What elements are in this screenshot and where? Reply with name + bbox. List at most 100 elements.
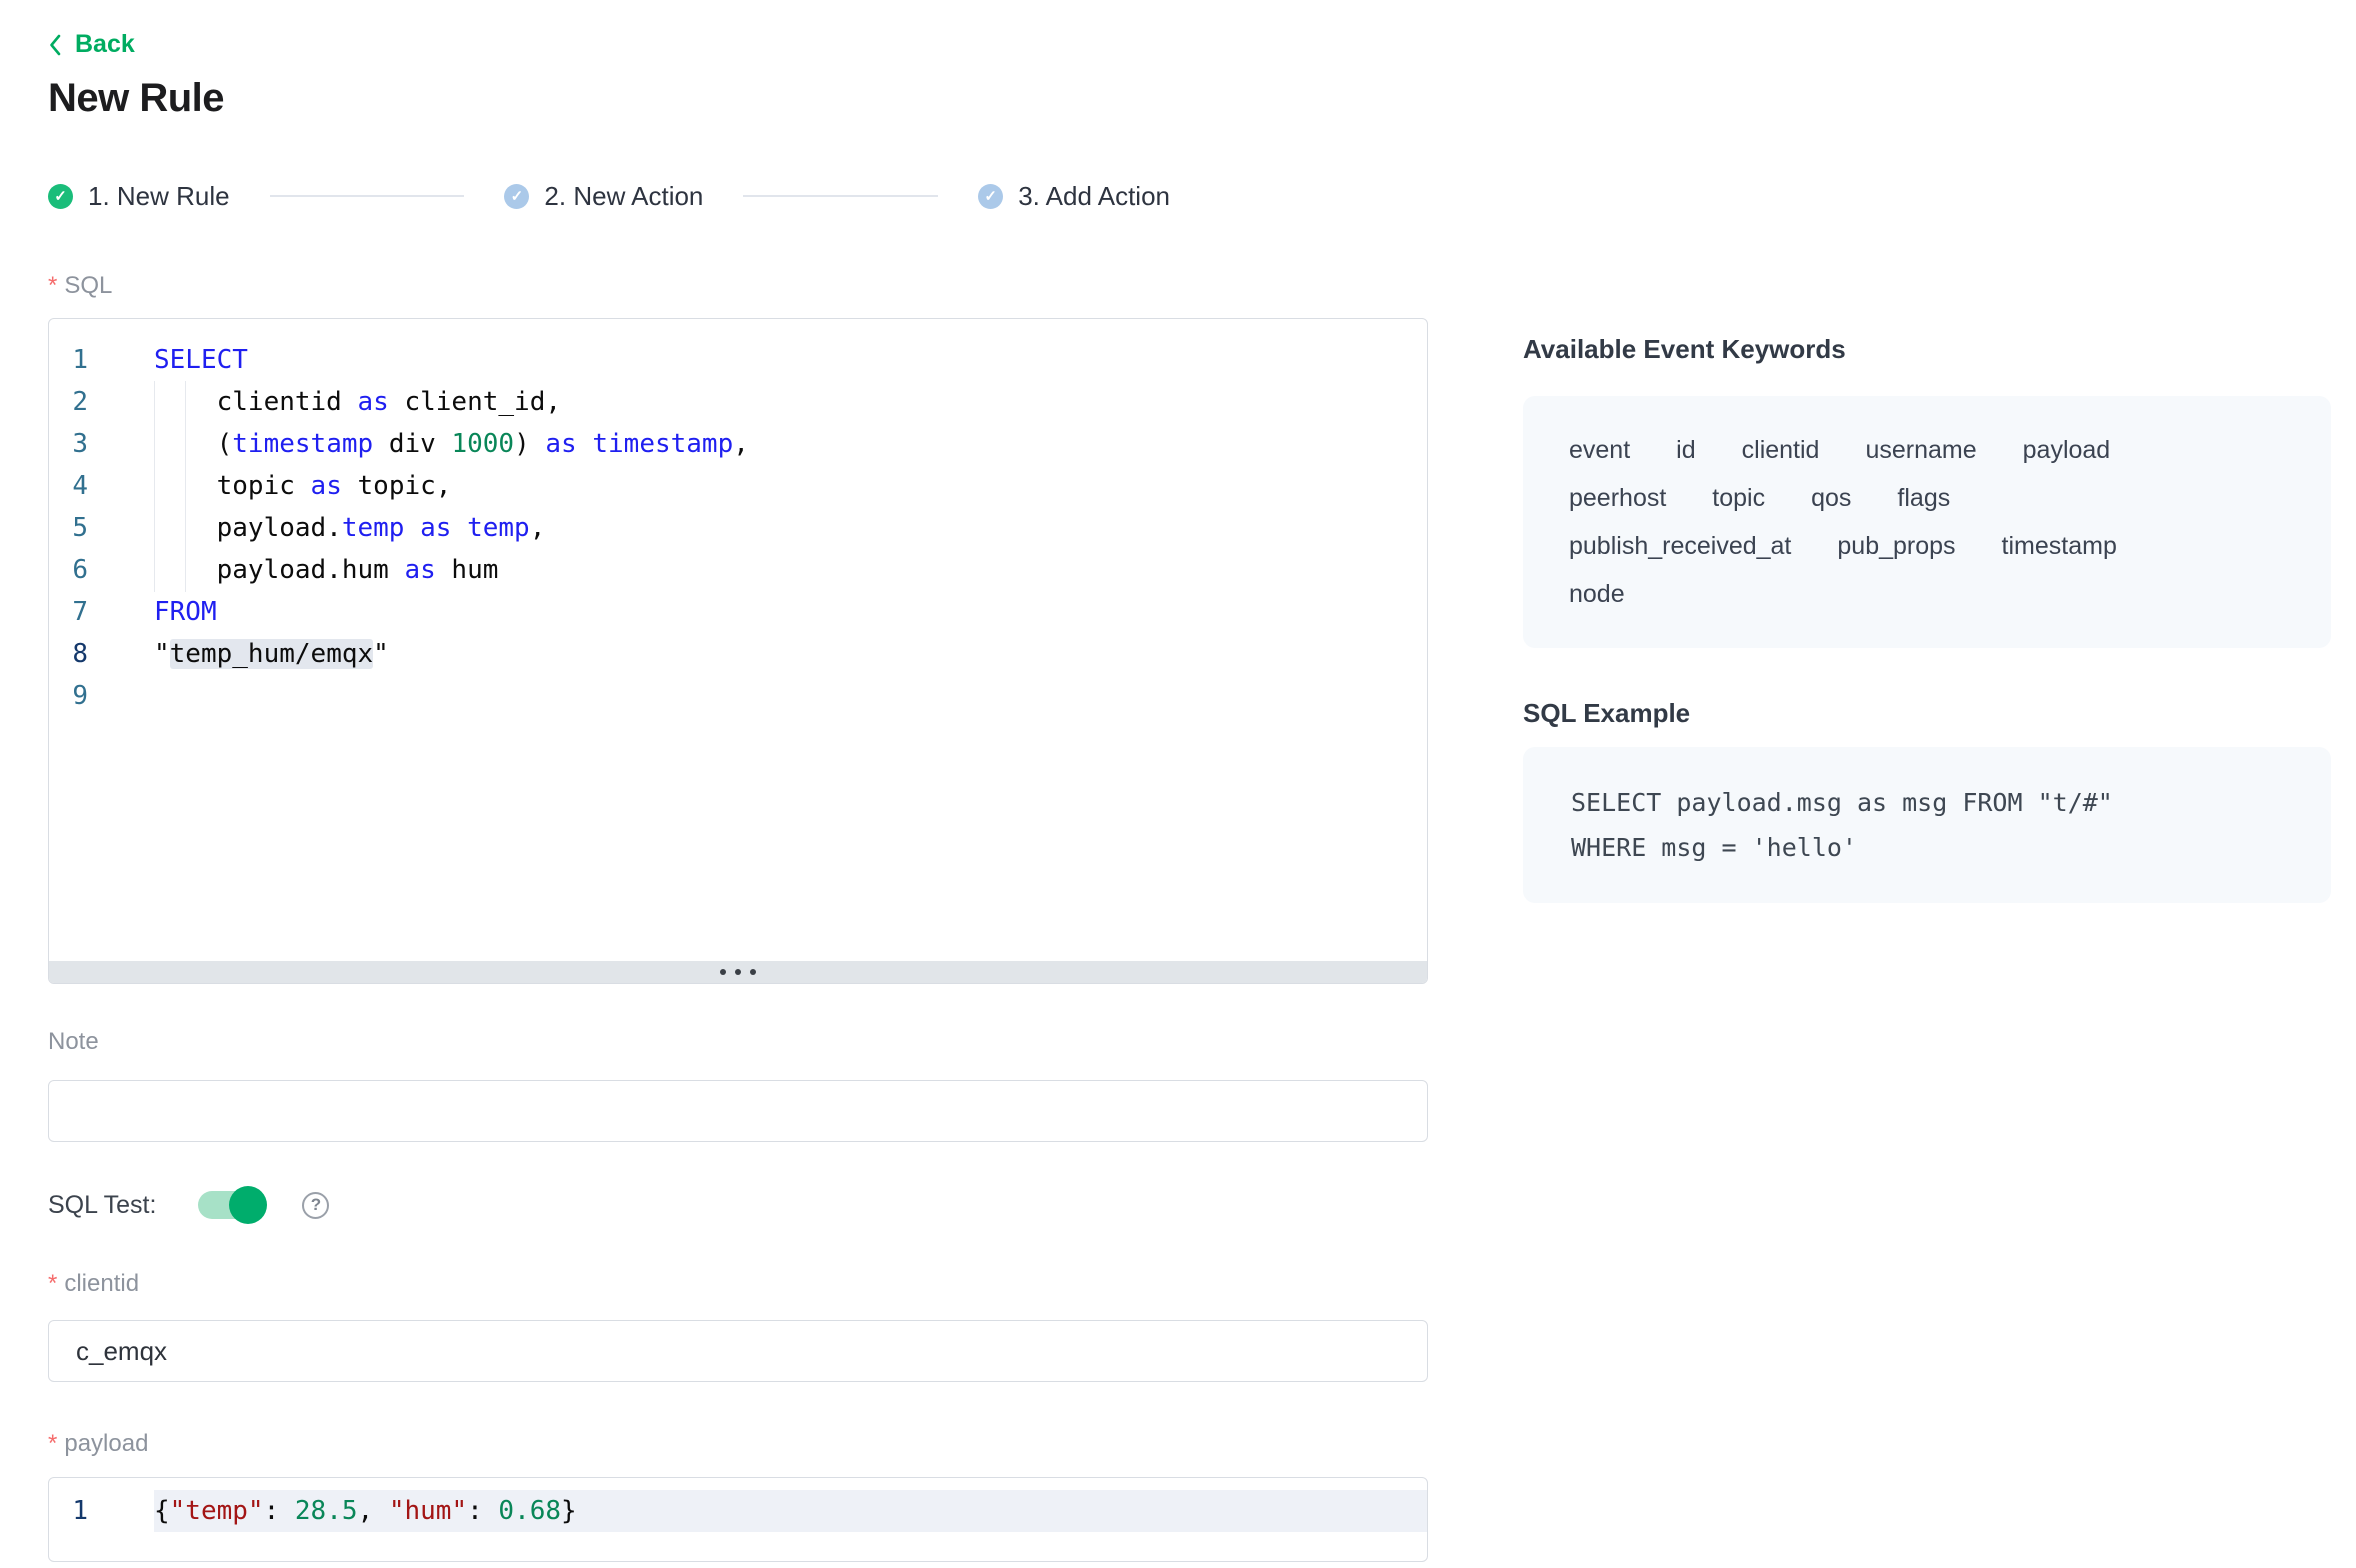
page-title: New Rule	[48, 76, 224, 121]
indent-guide	[154, 381, 155, 592]
keyword-item: qos	[1811, 474, 1851, 522]
clientid-field-label: *clientid	[48, 1270, 139, 1298]
handle-dot	[735, 969, 741, 975]
code-token: 28.5	[295, 1496, 358, 1526]
code-token: ,	[530, 513, 546, 543]
step-label: 2. New Action	[544, 181, 703, 212]
code-line-content	[154, 675, 1427, 717]
step-add-action[interactable]: ✓ 3. Add Action	[978, 181, 1170, 212]
help-question-icon[interactable]: ?	[302, 1192, 329, 1219]
code-token: as	[420, 513, 451, 543]
code-token: "	[373, 639, 389, 669]
code-token: as	[545, 429, 576, 459]
keywords-card: eventidclientidusernamepayload peerhostt…	[1523, 396, 2331, 648]
code-token: timestamp	[592, 429, 733, 459]
code-token: temp	[342, 513, 405, 543]
sql-example-line: SELECT payload.msg as msg FROM "t/#"	[1571, 780, 2301, 825]
clientid-input-value: c_emqx	[76, 1336, 167, 1367]
code-line-content: payload.hum as hum	[154, 549, 1427, 591]
code-token: payload.hum	[154, 555, 404, 585]
code-token: 0.68	[498, 1496, 561, 1526]
code-token: "temp"	[170, 1496, 264, 1526]
code-token: client_id,	[389, 387, 561, 417]
sql-test-label: SQL Test:	[48, 1191, 156, 1220]
code-token: SELECT	[154, 345, 248, 375]
handle-dot	[750, 969, 756, 975]
keyword-row: eventidclientidusernamepayload	[1569, 426, 2301, 474]
code-line-content: (timestamp div 1000) as timestamp,	[154, 423, 1427, 465]
code-line: 6 payload.hum as hum	[49, 549, 1427, 591]
line-number: 9	[49, 675, 154, 717]
code-token: :	[264, 1496, 295, 1526]
keywords-title: Available Event Keywords	[1523, 334, 1846, 365]
code-line-content: SELECT	[154, 339, 1427, 381]
code-token: "hum"	[389, 1496, 467, 1526]
payload-code-area[interactable]: 1{"temp": 28.5, "hum": 0.68}	[49, 1478, 1427, 1532]
line-number: 3	[49, 423, 154, 465]
keyword-item: topic	[1712, 474, 1765, 522]
back-label: Back	[75, 30, 135, 59]
line-number: 2	[49, 381, 154, 423]
code-token: FROM	[154, 597, 217, 627]
code-token: }	[561, 1496, 577, 1526]
back-link[interactable]: Back	[48, 30, 135, 59]
code-line: 3 (timestamp div 1000) as timestamp,	[49, 423, 1427, 465]
sql-code-area[interactable]: 1SELECT 2 clientid as client_id,3 (timest…	[49, 319, 1427, 961]
code-line-content: "temp_hum/emqx"	[154, 633, 1427, 675]
code-token: topic	[154, 471, 311, 501]
keyword-item: username	[1865, 426, 1976, 474]
code-line-content: topic as topic,	[154, 465, 1427, 507]
indent-guide	[185, 381, 186, 592]
line-number: 7	[49, 591, 154, 633]
keyword-item: pub_props	[1837, 522, 1955, 570]
code-line: 7FROM	[49, 591, 1427, 633]
code-token: payload.	[154, 513, 342, 543]
code-line: 5 payload.temp as temp,	[49, 507, 1427, 549]
sql-editor[interactable]: 1SELECT 2 clientid as client_id,3 (timest…	[48, 318, 1428, 984]
step-connector	[270, 195, 465, 197]
step-new-action[interactable]: ✓ 2. New Action	[504, 181, 703, 212]
keyword-item: publish_received_at	[1569, 522, 1791, 570]
keyword-row: publish_received_at pub_props timestamp	[1569, 522, 2301, 570]
clientid-input[interactable]: c_emqx	[48, 1320, 1428, 1382]
line-number: 4	[49, 465, 154, 507]
line-number: 5	[49, 507, 154, 549]
sql-test-toggle[interactable]	[198, 1191, 264, 1219]
keyword-item: id	[1676, 426, 1695, 474]
sql-example-card: SELECT payload.msg as msg FROM "t/#" WHE…	[1523, 747, 2331, 903]
toggle-knob	[229, 1186, 267, 1224]
code-line: 9	[49, 675, 1427, 717]
check-circle-icon: ✓	[48, 184, 73, 209]
sql-example-title: SQL Example	[1523, 698, 1690, 729]
editor-resize-handle[interactable]	[49, 961, 1427, 983]
keyword-row: peerhosttopicqosflags	[1569, 474, 2301, 522]
note-input[interactable]	[48, 1080, 1428, 1142]
step-new-rule[interactable]: ✓ 1. New Rule	[48, 181, 230, 212]
note-field-label: Note	[48, 1028, 99, 1056]
line-number: 6	[49, 549, 154, 591]
payload-field-label: *payload	[48, 1430, 148, 1458]
new-rule-page: Back New Rule ✓ 1. New Rule ✓ 2. New Act…	[0, 0, 2356, 1568]
keyword-row: node	[1569, 570, 2301, 618]
code-token: ,	[733, 429, 749, 459]
step-label: 1. New Rule	[88, 181, 230, 212]
keyword-item: node	[1569, 570, 1625, 618]
code-line: 2 clientid as client_id,	[49, 381, 1427, 423]
step-label: 3. Add Action	[1018, 181, 1170, 212]
code-line-content: payload.temp as temp,	[154, 507, 1427, 549]
code-line: 1{"temp": 28.5, "hum": 0.68}	[49, 1490, 1427, 1532]
keyword-item: flags	[1897, 474, 1950, 522]
code-line-content: FROM	[154, 591, 1427, 633]
line-number: 1	[49, 339, 154, 381]
code-token: div	[373, 429, 451, 459]
code-line: 8"temp_hum/emqx"	[49, 633, 1427, 675]
payload-editor[interactable]: 1{"temp": 28.5, "hum": 0.68}	[48, 1477, 1428, 1562]
code-token: temp_hum/emqx	[170, 639, 374, 669]
code-token	[404, 513, 420, 543]
required-asterisk: *	[48, 1270, 57, 1297]
code-token: {	[154, 1496, 170, 1526]
code-token: timestamp	[232, 429, 373, 459]
keyword-item: payload	[2023, 426, 2111, 474]
keyword-item: timestamp	[2002, 522, 2117, 570]
sql-example-line: WHERE msg = 'hello'	[1571, 825, 2301, 870]
